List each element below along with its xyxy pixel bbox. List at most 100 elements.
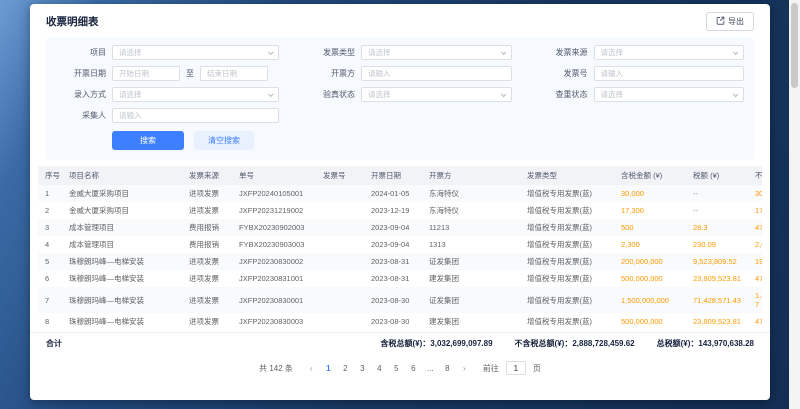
cell-amount-excl-tax: 1,428,571,428.57: [748, 287, 762, 313]
pagination: 共 142 条 ‹ 1 2 3 4 5 6 ... 8 › 前往 页: [30, 354, 770, 384]
filter-field-invoice-source: 发票来源 请选择: [538, 45, 745, 60]
cell-invoice-date: 2023-08-30: [364, 287, 422, 313]
collector-input[interactable]: [112, 108, 279, 123]
page-button-1[interactable]: 1: [322, 362, 335, 375]
cell-index: 5: [38, 253, 62, 270]
cell-tax: --: [686, 202, 748, 219]
filter-panel: 项目 请选择 发票类型 请选择 发票来源 请选择: [46, 37, 754, 160]
project-label: 项目: [56, 47, 106, 58]
cell-index: 3: [38, 219, 62, 236]
cell-issuer: 建发集团: [422, 270, 520, 287]
cell-order-no: JXFP20230830002: [232, 253, 316, 270]
table-row[interactable]: 5 珠穆朗玛峰—电梯安装 进项发票 JXFP20230830002 2023-0…: [38, 253, 762, 270]
scrollbar-thumb[interactable]: [791, 3, 798, 88]
cell-tax: 71,428,571.43: [686, 287, 748, 313]
table-row[interactable]: 3 成本管理项目 费用报销 FYBX20230902003 2023-09-04…: [38, 219, 762, 236]
project-select[interactable]: 请选择: [112, 45, 279, 60]
cell-order-no: JXFP20230830003: [232, 313, 316, 330]
cell-invoice-type: 增值税专用发票(蓝): [520, 270, 614, 287]
issuer-label: 开票方: [305, 68, 355, 79]
cell-issuer: 1313: [422, 236, 520, 253]
cell-amount-excl-tax: 476,190,476.19: [748, 313, 762, 330]
table-row[interactable]: 4 成本管理项目 费用报销 FYBX20230903003 2023-09-04…: [38, 236, 762, 253]
filter-field-project: 项目 请选择: [56, 45, 279, 60]
cell-amount-incl-tax: 30,000: [614, 185, 686, 202]
cell-invoice-date: 2023-08-30: [364, 313, 422, 330]
cell-index: 4: [38, 236, 62, 253]
prev-page-icon[interactable]: ‹: [305, 362, 318, 375]
cell-order-no: FYBX20230902003: [232, 219, 316, 236]
page-button-8[interactable]: 8: [441, 362, 454, 375]
cell-tax: 28.3: [686, 219, 748, 236]
page-button-4[interactable]: 4: [373, 362, 386, 375]
window-scrollbar[interactable]: [789, 0, 800, 409]
cell-invoice-no: [316, 219, 364, 236]
entry-method-select[interactable]: 请选择: [112, 87, 279, 102]
pagination-total-count: 共 142 条: [259, 363, 293, 374]
column-header-invoice-date: 开票日期: [364, 166, 422, 185]
cell-invoice-type: 增值税专用发票(蓝): [520, 236, 614, 253]
column-header-tax: 税额 (¥): [686, 166, 748, 185]
dup-check-select[interactable]: 请选择: [594, 87, 745, 102]
search-button[interactable]: 搜索: [112, 131, 184, 150]
chevron-down-icon: [733, 49, 739, 55]
table-row[interactable]: 1 金威大厦采购项目 进项发票 JXFP20240105001 2024-01-…: [38, 185, 762, 202]
invoice-date-end-input[interactable]: [200, 66, 268, 81]
cell-invoice-date: 2023-08-31: [364, 270, 422, 287]
next-page-icon[interactable]: ›: [458, 362, 471, 375]
cell-issuer: 11213: [422, 219, 520, 236]
page-button-6[interactable]: 6: [407, 362, 420, 375]
page-jump-input[interactable]: [506, 361, 526, 375]
table-header-row: 序号 项目名称 发票来源 单号 发票号 开票日期 开票方 发票类型 含税金额 (…: [38, 166, 762, 185]
chevron-down-icon: [733, 91, 739, 97]
cell-issuer: 东海特仪: [422, 185, 520, 202]
issuer-input[interactable]: [361, 66, 512, 81]
cell-index: 7: [38, 287, 62, 313]
cell-project-name: 珠穆朗玛峰—电梯安装: [62, 313, 182, 330]
export-button[interactable]: 导出: [706, 12, 754, 31]
cell-index: 2: [38, 202, 62, 219]
cell-tax: 230.09: [686, 236, 748, 253]
invoice-date-start-input[interactable]: [112, 66, 180, 81]
invoice-no-input[interactable]: [594, 66, 745, 81]
cell-invoice-type: 增值税专用发票(蓝): [520, 202, 614, 219]
cell-invoice-no: [316, 270, 364, 287]
cell-amount-incl-tax: 2,300: [614, 236, 686, 253]
total-incl-tax: 含税总额(¥)：3,032,699,097.89: [380, 338, 492, 349]
jump-label-suffix: 页: [533, 363, 541, 374]
page-button-5[interactable]: 5: [390, 362, 403, 375]
cell-invoice-date: 2023-09-04: [364, 219, 422, 236]
cell-invoice-no: [316, 185, 364, 202]
export-icon: [716, 16, 725, 27]
invoice-type-select-placeholder: 请选择: [368, 47, 391, 58]
cell-invoice-date: 2024-01-05: [364, 185, 422, 202]
cell-issuer: 东海特仪: [422, 202, 520, 219]
table-row[interactable]: 6 珠穆朗玛峰—电梯安装 进项发票 JXFP20230831001 2023-0…: [38, 270, 762, 287]
clear-search-button[interactable]: 清空搜索: [194, 131, 254, 150]
cell-project-name: 珠穆朗玛峰—电梯安装: [62, 253, 182, 270]
cell-amount-incl-tax: 500: [614, 219, 686, 236]
table-row[interactable]: 2 金威大厦采购项目 进项发票 JXFP20231219002 2023-12-…: [38, 202, 762, 219]
filter-actions: 搜索 清空搜索: [56, 131, 744, 150]
cell-project-name: 金威大厦采购项目: [62, 185, 182, 202]
cell-invoice-source: 进项发票: [182, 253, 232, 270]
cell-invoice-source: 费用报销: [182, 219, 232, 236]
verify-status-select[interactable]: 请选择: [361, 87, 512, 102]
filter-field-entry-method: 录入方式 请选择: [56, 87, 279, 102]
page-button-3[interactable]: 3: [356, 362, 369, 375]
invoice-type-select[interactable]: 请选择: [361, 45, 512, 60]
table-row[interactable]: 8 珠穆朗玛峰—电梯安装 进项发票 JXFP20230830003 2023-0…: [38, 313, 762, 330]
cell-project-name: 成本管理项目: [62, 236, 182, 253]
cell-invoice-date: 2023-12-19: [364, 202, 422, 219]
cell-amount-excl-tax: 30,000: [748, 185, 762, 202]
column-header-index: 序号: [38, 166, 62, 185]
page-button-2[interactable]: 2: [339, 362, 352, 375]
table-row[interactable]: 7 珠穆朗玛峰—电梯安装 进项发票 JXFP20230830001 2023-0…: [38, 287, 762, 313]
invoice-source-select[interactable]: 请选择: [594, 45, 745, 60]
cell-order-no: JXFP20230830001: [232, 287, 316, 313]
page-ellipsis[interactable]: ...: [424, 362, 437, 375]
panel-header: 收票明细表 导出: [30, 4, 770, 37]
filter-field-verify-status: 验真状态 请选择: [305, 87, 512, 102]
project-select-placeholder: 请选择: [119, 47, 142, 58]
cell-index: 8: [38, 313, 62, 330]
